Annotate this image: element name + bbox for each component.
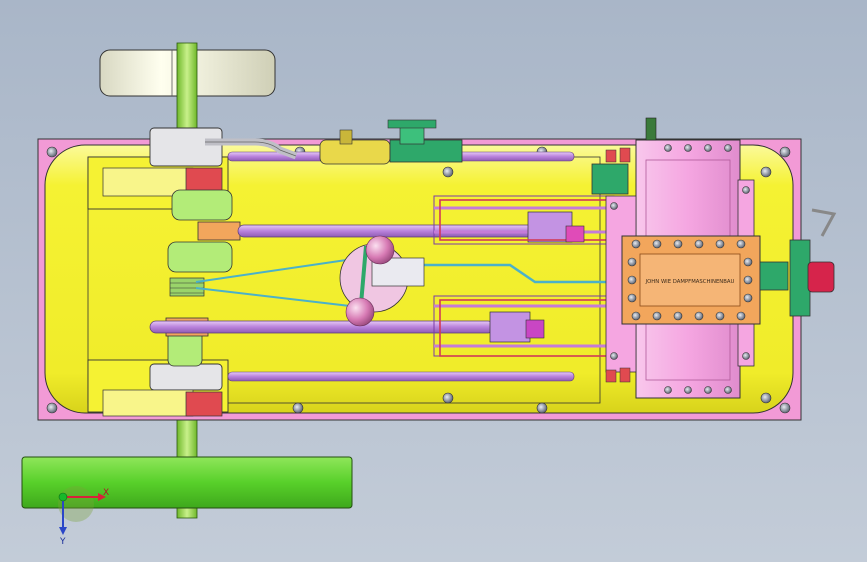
bolt-icon bbox=[760, 166, 772, 178]
lower-crank-bearing[interactable] bbox=[87, 359, 229, 417]
bolt-icon bbox=[743, 275, 753, 285]
crank-web-mid[interactable] bbox=[167, 241, 233, 273]
bolt-icon bbox=[736, 311, 746, 321]
bolt-icon bbox=[627, 257, 637, 267]
nameplate-text: JOHN WIE DAMPFMASCHINENBAU bbox=[645, 279, 735, 285]
bolt-icon bbox=[664, 386, 672, 394]
upper-rod-end[interactable] bbox=[565, 225, 585, 243]
axis-x-label: X bbox=[103, 488, 109, 498]
upper-big-end[interactable] bbox=[197, 221, 241, 241]
bolt-icon bbox=[536, 402, 548, 414]
bolt-icon bbox=[779, 146, 791, 158]
bolt-icon bbox=[610, 352, 618, 360]
cad-viewport[interactable]: JOHN WIE DAMPFMASCHINENBAU X Y bbox=[0, 0, 867, 562]
lower-valve-rod[interactable] bbox=[227, 371, 575, 382]
bolt-icon bbox=[652, 239, 662, 249]
bolt-icon bbox=[610, 202, 618, 210]
axis-y-label: Y bbox=[59, 537, 66, 547]
bolt-icon bbox=[715, 311, 725, 321]
bolt-icon bbox=[46, 402, 58, 414]
crank-web-upper[interactable] bbox=[171, 189, 233, 221]
bolt-icon bbox=[442, 166, 454, 178]
bolt-icon bbox=[760, 392, 772, 404]
bolt-icon bbox=[684, 386, 692, 394]
bolt-icon bbox=[673, 311, 683, 321]
bolt-icon bbox=[724, 144, 732, 152]
exhaust-fitting[interactable] bbox=[591, 163, 629, 195]
bolt-icon bbox=[743, 257, 753, 267]
bolt-icon bbox=[742, 186, 750, 194]
bolt-icon bbox=[779, 402, 791, 414]
bolt-icon bbox=[442, 392, 454, 404]
lower-piston-rod[interactable] bbox=[149, 320, 495, 334]
bolt-icon bbox=[664, 144, 672, 152]
bolt-icon bbox=[704, 386, 712, 394]
bolt-icon bbox=[684, 144, 692, 152]
bolt-icon bbox=[292, 402, 304, 414]
bolt-icon bbox=[652, 311, 662, 321]
bolt-icon bbox=[724, 386, 732, 394]
governor-ball-top bbox=[365, 235, 395, 265]
bolt-icon bbox=[694, 239, 704, 249]
bolt-icon bbox=[743, 293, 753, 303]
bolt-icon bbox=[631, 239, 641, 249]
bolt-icon bbox=[627, 275, 637, 285]
bolt-icon bbox=[742, 352, 750, 360]
bolt-icon bbox=[631, 311, 641, 321]
governor-ball-bottom bbox=[345, 297, 375, 327]
bolt-icon bbox=[704, 144, 712, 152]
bolt-icon bbox=[46, 146, 58, 158]
bolt-icon bbox=[673, 239, 683, 249]
bolt-icon bbox=[627, 293, 637, 303]
bolt-icon bbox=[736, 239, 746, 249]
bolt-icon bbox=[715, 239, 725, 249]
lower-rod-end[interactable] bbox=[525, 319, 545, 339]
drain-cock[interactable] bbox=[645, 117, 657, 141]
bolt-icon bbox=[694, 311, 704, 321]
